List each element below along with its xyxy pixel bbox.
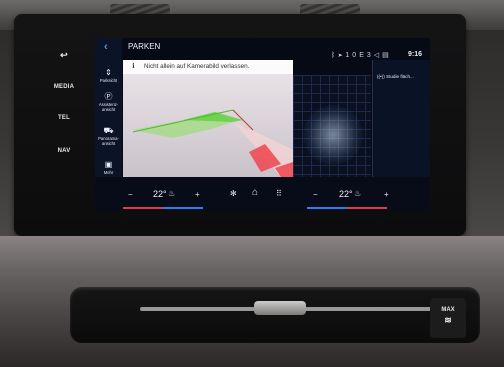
p-icon: Ⓟ <box>104 92 113 101</box>
audio-icon: ((•)) <box>377 74 385 79</box>
left-temp-minus[interactable]: − <box>128 190 133 199</box>
network-label: 10E3 <box>345 52 374 59</box>
left-temp[interactable]: 22° <box>153 189 167 199</box>
car-dashboard-scene: ↩ MEDIA TEL NAV ‹ ⇕ Parksicht Ⓟ Assisten… <box>0 0 504 367</box>
max-label: MAX <box>441 307 455 313</box>
parking-guidelines <box>132 109 293 177</box>
tel-button[interactable]: TEL <box>46 115 82 121</box>
back-chevron-icon[interactable]: ‹ <box>104 41 108 53</box>
rail-item-mehr[interactable]: ▣ Mehr <box>95 160 122 175</box>
warning-text: Nicht allein auf Kamerabild verlassen. <box>144 63 250 70</box>
defrost-icon: ≋ <box>444 315 452 325</box>
audio-source: ((•)) Studie fläch... <box>377 74 414 79</box>
rail-item-assistenzansicht[interactable]: Ⓟ Assistenz-ansicht <box>95 92 122 112</box>
info-icon: i <box>132 63 135 70</box>
fan-icon[interactable]: ✻ <box>230 189 237 198</box>
rail-item-parksicht[interactable]: ⇕ Parksicht <box>95 68 122 83</box>
audio-side-panel[interactable]: ((•)) Studie fläch... <box>372 60 430 177</box>
infotainment-display: ‹ ⇕ Parksicht Ⓟ Assistenz-ansicht ⛟ Pano… <box>95 38 430 211</box>
right-temp-plus[interactable]: + <box>384 190 389 199</box>
top-down-grid-view <box>293 75 371 177</box>
panorama-car-icon: ⛟ <box>103 126 114 135</box>
more-icon: ▣ <box>104 160 113 169</box>
back-arrow-icon: ↩ <box>60 50 68 60</box>
camera-warning: i Nicht allein auf Kamerabild verlassen. <box>123 60 293 74</box>
card-icon: ▤ <box>382 52 392 59</box>
right-temp-bar-red <box>347 207 387 209</box>
right-temp-bar-blue <box>307 207 347 209</box>
vent-control-knob[interactable] <box>254 301 306 315</box>
media-button[interactable]: MEDIA <box>46 84 82 90</box>
right-temp-minus[interactable]: − <box>313 190 318 199</box>
page-title: PARKEN <box>128 42 161 51</box>
left-temp-plus[interactable]: + <box>195 190 200 199</box>
max-defrost-button[interactable]: MAX ≋ <box>430 298 466 338</box>
volume-icon: ◁ <box>373 52 383 59</box>
apps-grid-icon[interactable]: ⠿ <box>276 189 282 198</box>
seat-heating-right-icon[interactable]: ♨ <box>354 189 361 198</box>
home-icon[interactable]: ⌂ <box>252 187 258 198</box>
nav-button[interactable]: NAV <box>46 148 82 154</box>
status-icons: ᛒ➤10E3◁▤ <box>331 51 392 59</box>
rear-camera-view: i Nicht allein auf Kamerabild verlassen. <box>123 60 293 177</box>
back-button[interactable]: ↩ <box>46 50 82 61</box>
seat-heating-left-icon[interactable]: ♨ <box>168 189 175 198</box>
rail-item-panoramaansicht[interactable]: ⛟ Panorama-ansicht <box>95 126 122 146</box>
left-temp-bar-blue <box>163 207 203 209</box>
left-temp-bar-red <box>123 207 163 209</box>
right-temp[interactable]: 22° <box>339 189 353 199</box>
grid-glow <box>303 105 363 165</box>
center-air-vent <box>70 287 480 343</box>
clock: 9:16 <box>407 51 422 58</box>
climate-bar: − 22° ♨ + ✻ ⌂ ⠿ − 22° ♨ + <box>95 177 430 211</box>
parking-view-icon: ⇕ <box>105 68 112 77</box>
